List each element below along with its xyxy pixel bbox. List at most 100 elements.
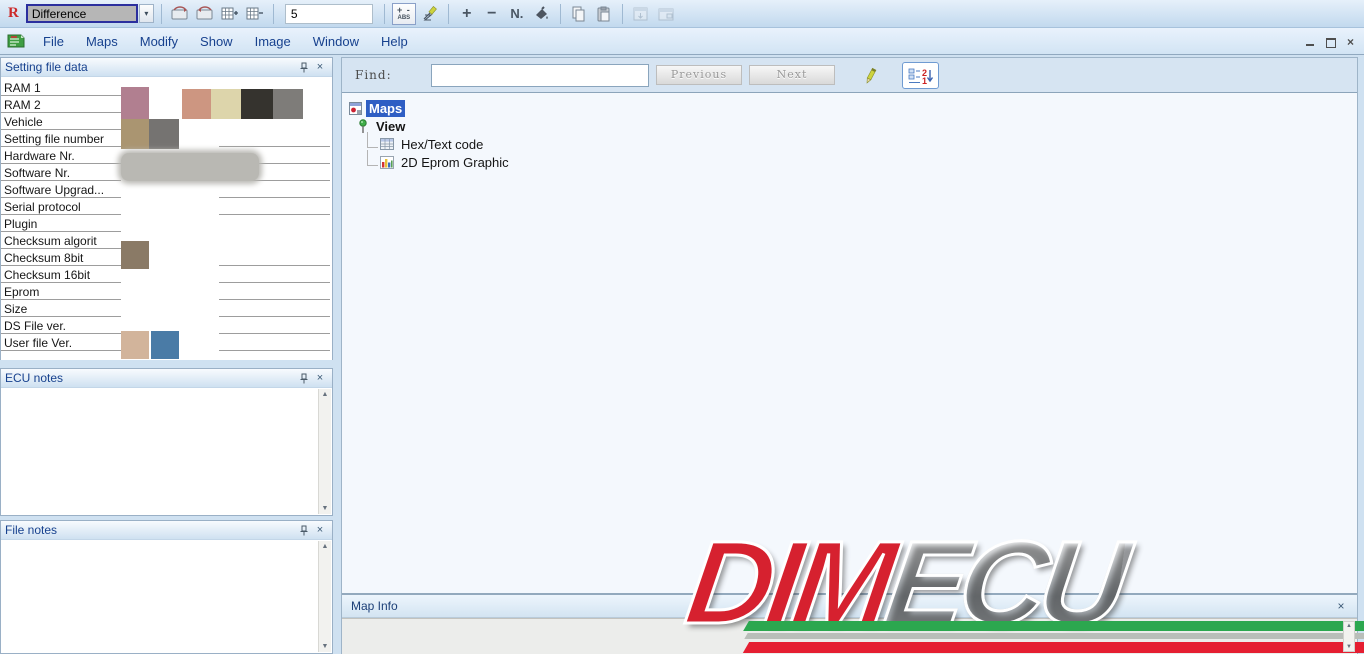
setting-file-data-panel: Setting file data × RAM 1 RAM 2 Vehicle Set… xyxy=(0,57,333,360)
panel-title: Setting file data xyxy=(5,60,88,74)
close-icon[interactable]: × xyxy=(312,371,328,385)
setting-row-label: User file Ver. xyxy=(4,336,73,350)
decrease-icon[interactable]: − xyxy=(481,3,503,25)
scroll-down-icon[interactable]: ▼ xyxy=(322,643,329,650)
original-value-icon[interactable]: N. xyxy=(506,3,528,25)
tree-item-label: Maps xyxy=(366,99,406,117)
file-notes-textarea[interactable] xyxy=(1,540,332,653)
combo-arrow-icon[interactable]: ▾ xyxy=(138,4,154,23)
redacted-value xyxy=(241,89,273,119)
sort-icon[interactable]: 2 1 xyxy=(902,62,939,89)
redacted-value xyxy=(121,241,149,269)
menu-bar: File Maps Modify Show Image Window Help × xyxy=(0,28,1364,55)
file-notes-panel: File notes × ▲ ▼ xyxy=(0,520,333,654)
redacted-value xyxy=(273,89,303,119)
minimize-icon[interactable] xyxy=(1305,37,1316,47)
menu-help[interactable]: Help xyxy=(370,30,419,53)
setting-row: Checksum 8bit xyxy=(1,249,332,266)
map-info-header: Map Info × xyxy=(342,595,1357,618)
export-window-icon[interactable] xyxy=(655,3,677,25)
fill-icon[interactable] xyxy=(531,3,553,25)
pin-icon[interactable] xyxy=(296,523,312,537)
setting-row-label: Checksum 16bit xyxy=(4,268,91,282)
tree-item-2d-eprom-graphic[interactable]: 2D Eprom Graphic xyxy=(342,150,1357,171)
setting-row: Serial protocol xyxy=(1,198,332,215)
menu-window[interactable]: Window xyxy=(302,30,370,53)
menu-image[interactable]: Image xyxy=(244,30,302,53)
close-icon[interactable]: × xyxy=(312,523,328,537)
restore-icon[interactable] xyxy=(1325,37,1336,48)
step-value-input[interactable] xyxy=(284,3,373,24)
setting-file-data-header: Setting file data × xyxy=(1,58,332,77)
setting-row-label: Checksum algorit xyxy=(4,234,97,248)
find-label: Find: xyxy=(355,68,392,82)
redacted-value xyxy=(211,89,241,119)
grid-remove-icon[interactable] xyxy=(244,3,266,25)
setting-row-label: Eprom xyxy=(4,285,40,299)
close-icon[interactable]: × xyxy=(312,60,328,74)
menu-items: File Maps Modify Show Image Window Help xyxy=(32,30,419,53)
close-icon[interactable]: × xyxy=(1334,599,1348,613)
tree-item-label: View xyxy=(376,118,406,134)
redacted-value xyxy=(182,89,211,119)
tree-item-hex-text-code[interactable]: Hex/Text code xyxy=(342,132,1357,153)
tree-item-view[interactable]: View xyxy=(342,117,1357,135)
scroll-down-icon[interactable]: ▼ xyxy=(1346,644,1352,650)
file-notes-scrollbar[interactable]: ▲ ▼ xyxy=(318,541,331,652)
abs-toggle-icon[interactable]: + - ABS xyxy=(391,2,416,25)
next-button[interactable]: Next xyxy=(749,65,835,85)
ecu-notes-scrollbar[interactable]: ▲ ▼ xyxy=(318,389,331,514)
main-area: Find: Previous Next 2 1 Maps View Hex/Text… xyxy=(341,57,1358,654)
dimecu-app-window: R Difference ▾ + - ABS + − N. xyxy=(0,0,1364,654)
tree-item-label: 2D Eprom Graphic xyxy=(401,154,509,170)
redacted-value xyxy=(121,153,259,181)
difference-combobox-value[interactable]: Difference xyxy=(25,4,138,23)
setting-row: Checksum 16bit xyxy=(1,266,332,283)
find-input[interactable] xyxy=(431,64,649,87)
setting-row: Size xyxy=(1,300,332,317)
percent-edit-icon[interactable] xyxy=(419,3,441,25)
setting-row: Plugin xyxy=(1,215,332,232)
scroll-up-icon[interactable]: ▲ xyxy=(1346,623,1352,629)
find-edit-icon[interactable] xyxy=(859,64,881,88)
map-copy-icon[interactable] xyxy=(169,3,191,25)
r-mode-label: R xyxy=(8,5,19,21)
ecu-notes-textarea[interactable] xyxy=(1,388,332,515)
close-icon[interactable]: × xyxy=(1345,36,1356,48)
redacted-value xyxy=(121,87,149,119)
setting-row-label: Serial protocol xyxy=(4,200,81,214)
svg-text:1: 1 xyxy=(922,76,927,85)
pin-icon[interactable] xyxy=(296,60,312,74)
file-notes-header: File notes × xyxy=(1,521,332,540)
map-info-scrollbar[interactable]: ▲ ▼ xyxy=(1343,621,1355,652)
setting-row-label: Software Upgrad... xyxy=(4,183,105,197)
setting-row-label: RAM 2 xyxy=(4,98,41,112)
redacted-value xyxy=(151,331,179,359)
setting-row: Software Upgrad... xyxy=(1,181,332,198)
setting-file-data-body: RAM 1 RAM 2 Vehicle Setting file number Hard… xyxy=(1,77,332,360)
redacted-value xyxy=(149,119,179,149)
scroll-up-icon[interactable]: ▲ xyxy=(322,391,329,398)
open-window-icon[interactable] xyxy=(630,3,652,25)
map-info-panel: Map Info × ▲ ▼ xyxy=(342,593,1357,654)
scroll-up-icon[interactable]: ▲ xyxy=(322,543,329,550)
menu-show[interactable]: Show xyxy=(189,30,244,53)
paste-icon[interactable] xyxy=(593,3,615,25)
previous-button[interactable]: Previous xyxy=(656,65,742,85)
copy-icon[interactable] xyxy=(568,3,590,25)
scroll-down-icon[interactable]: ▼ xyxy=(322,505,329,512)
setting-row-label: Setting file number xyxy=(4,132,105,146)
setting-row-label: Vehicle xyxy=(4,115,43,129)
grid-add-icon[interactable] xyxy=(219,3,241,25)
menu-maps[interactable]: Maps xyxy=(75,30,129,53)
difference-combobox[interactable]: Difference ▾ xyxy=(25,4,154,23)
setting-row-label: Hardware Nr. xyxy=(4,149,75,163)
map-paste-icon[interactable] xyxy=(194,3,216,25)
toolbar-separator xyxy=(160,3,162,24)
menu-file[interactable]: File xyxy=(32,30,75,53)
hex-table-icon xyxy=(380,138,394,150)
tree-item-maps[interactable]: Maps xyxy=(342,99,1357,117)
increase-icon[interactable]: + xyxy=(456,3,478,25)
menu-modify[interactable]: Modify xyxy=(129,30,189,53)
pin-icon[interactable] xyxy=(296,371,312,385)
